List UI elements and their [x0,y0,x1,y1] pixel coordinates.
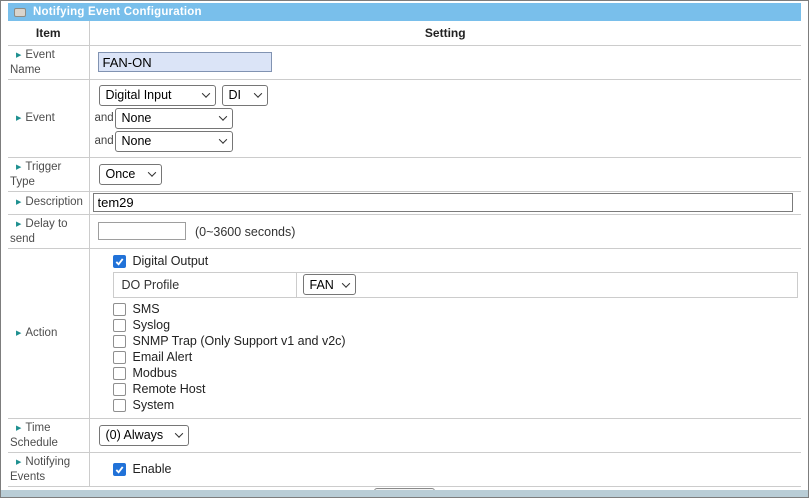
event-type-select[interactable]: Digital Input [99,85,216,106]
chevron-down-icon [218,112,226,120]
notifying-events-label: ▶Notifying Events [8,452,89,486]
event-name-input[interactable] [98,52,272,72]
bullet-arrow-icon: ▶ [16,164,21,171]
checkbox-label: SMS [133,302,160,317]
chevron-down-icon [147,168,155,176]
description-label: ▶Description [8,191,89,214]
checkbox-digital-output[interactable] [113,255,126,268]
delay-to-send-label: ▶Delay to send [8,214,89,248]
trigger-type-select[interactable]: Once [99,164,162,185]
row-delay-to-send: ▶Delay to send (0~3600 seconds) [8,214,801,248]
delay-range-hint: (0~3600 seconds) [195,225,295,239]
checkbox-remote-host[interactable] [113,383,126,396]
notifying-event-configuration-page: Notifying Event Configuration Item Setti… [0,0,809,498]
row-action: ▶Action Digital Output DO Profile FAN [8,248,801,418]
checkbox-sms[interactable] [113,303,126,316]
page-title: Notifying Event Configuration [33,6,202,18]
chevron-down-icon [174,429,182,437]
bottom-strip [1,490,808,497]
event-and1-select[interactable]: None [115,108,233,129]
row-event-name: ▶Event Name [8,45,801,79]
event-subtype-select[interactable]: DI [222,85,268,106]
description-input[interactable] [93,193,794,212]
checkbox-modbus[interactable] [113,367,126,380]
checkbox-label: Digital Output [133,254,209,269]
and-label: and [95,135,115,147]
bullet-arrow-icon: ▶ [16,330,21,337]
checkbox-system[interactable] [113,399,126,412]
checkbox-email-alert[interactable] [113,351,126,364]
row-event: ▶Event Digital Input DI and None and Non… [8,79,801,157]
checkbox-label: Enable [133,462,172,477]
checkbox-label: Email Alert [133,350,193,365]
do-profile-select[interactable]: FAN [303,274,356,295]
chevron-down-icon [218,135,226,143]
column-header-setting: Setting [89,21,801,45]
chevron-down-icon [253,89,261,97]
row-trigger-type: ▶Trigger Type Once [8,157,801,191]
chevron-down-icon [341,279,349,287]
section-button-icon [14,8,26,17]
time-schedule-select[interactable]: (0) Always [99,425,189,446]
row-description: ▶Description [8,191,801,214]
row-notifying-events: ▶Notifying Events Enable [8,452,801,486]
configuration-table: Item Setting ▶Event Name ▶Event Digital … [8,21,801,498]
time-schedule-label: ▶Time Schedule [8,418,89,452]
chevron-down-icon [201,89,209,97]
bullet-arrow-icon: ▶ [16,221,21,228]
trigger-type-label: ▶Trigger Type [8,157,89,191]
checkbox-syslog[interactable] [113,319,126,332]
table-header-row: Item Setting [8,21,801,45]
checkbox-label: SNMP Trap (Only Support v1 and v2c) [133,334,346,349]
and-label: and [95,112,115,124]
checkbox-label: System [133,398,175,413]
bullet-arrow-icon: ▶ [16,52,21,59]
bullet-arrow-icon: ▶ [16,459,21,466]
event-name-label: ▶Event Name [8,45,89,79]
checkbox-label: Modbus [133,366,177,381]
action-label: ▶Action [8,248,89,418]
checkbox-label: Remote Host [133,382,206,397]
bullet-arrow-icon: ▶ [16,199,21,206]
do-profile-label: DO Profile [113,272,296,297]
delay-input[interactable] [98,222,186,240]
bullet-arrow-icon: ▶ [16,115,21,122]
checkbox-snmp-trap[interactable] [113,335,126,348]
row-time-schedule: ▶Time Schedule (0) Always [8,418,801,452]
column-header-item: Item [8,21,89,45]
checkbox-label: Syslog [133,318,171,333]
checkbox-enable[interactable] [113,463,126,476]
event-label: ▶Event [8,79,89,157]
section-titlebar: Notifying Event Configuration [8,3,801,21]
event-and2-select[interactable]: None [115,131,233,152]
bullet-arrow-icon: ▶ [16,425,21,432]
do-profile-subtable: DO Profile FAN [113,272,799,298]
